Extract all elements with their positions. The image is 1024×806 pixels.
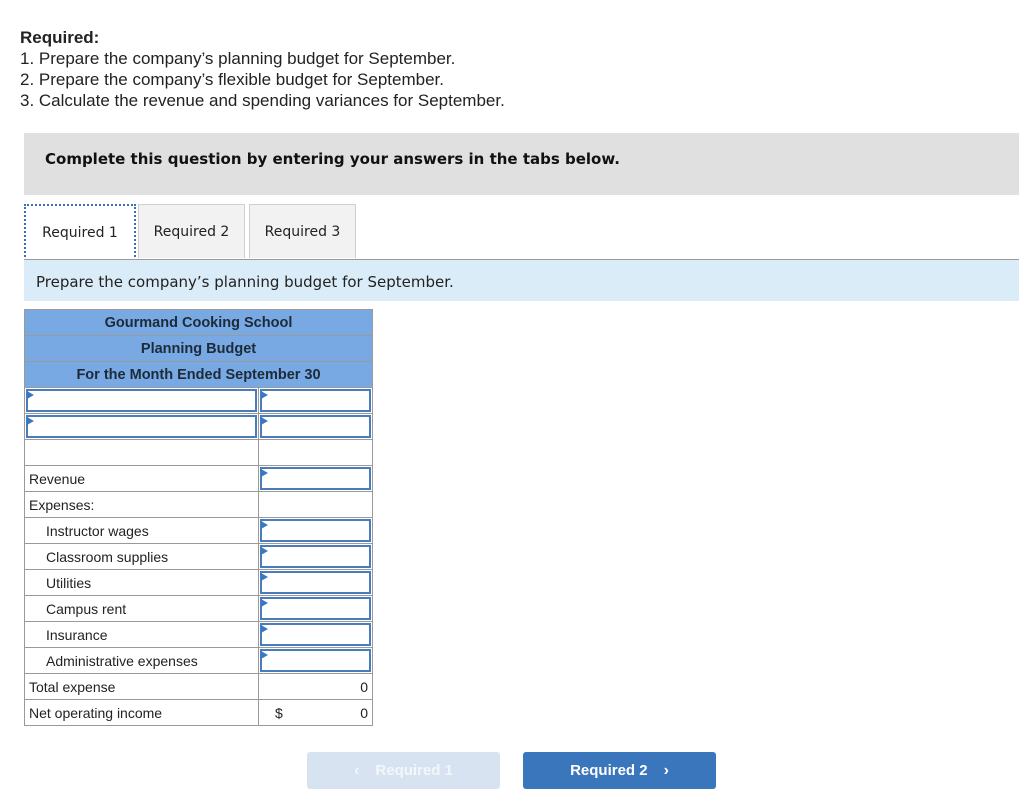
instructor-wages-cell: [257, 517, 374, 544]
row-label-utilities: Utilities: [24, 569, 259, 596]
campus-rent-cell: [257, 595, 374, 622]
row-label-administrative-expenses: Administrative expenses: [24, 647, 259, 674]
total-expense-value: 0: [257, 673, 374, 700]
classroom-supplies-cell: [257, 543, 374, 570]
prev-button-label: Required 1: [375, 762, 453, 779]
blank-cell: [24, 439, 259, 466]
requirements: Required: 1. Prepare the company’s plann…: [20, 27, 505, 111]
requirement-item: 2. Prepare the company’s flexible budget…: [20, 70, 444, 89]
row-label-instructor-wages: Instructor wages: [24, 517, 259, 544]
insurance-input[interactable]: [260, 623, 372, 646]
activity-value-cell: [257, 387, 374, 414]
administrative-expenses-input[interactable]: [260, 649, 372, 672]
chevron-right-icon: ›: [663, 761, 669, 779]
row-label-classroom-supplies: Classroom supplies: [24, 543, 259, 570]
activity-label-input-2[interactable]: [26, 415, 257, 438]
net-operating-income-value: 0: [360, 704, 369, 721]
period-header: For the Month Ended September 30: [23, 361, 374, 388]
prev-required-button[interactable]: ‹ Required 1: [307, 752, 500, 789]
blank-cell: [257, 491, 374, 518]
requirement-item: 1. Prepare the company’s planning budget…: [20, 49, 456, 68]
administrative-expenses-cell: [257, 647, 374, 674]
campus-rent-input[interactable]: [260, 597, 372, 620]
row-label-revenue: Revenue: [24, 465, 259, 492]
requirement-item: 3. Calculate the revenue and spending va…: [20, 91, 505, 110]
tab-required-2[interactable]: Required 2: [138, 204, 245, 258]
row-label-insurance: Insurance: [24, 621, 259, 648]
instruction-text: Prepare the company’s planning budget fo…: [36, 273, 454, 291]
revenue-cell: [257, 465, 374, 492]
banner-text: Complete this question by entering your …: [45, 150, 620, 168]
insurance-cell: [257, 621, 374, 648]
next-required-button[interactable]: Required 2 ›: [523, 752, 716, 789]
row-label-campus-rent: Campus rent: [24, 595, 259, 622]
activity-label-input-1[interactable]: [26, 389, 257, 412]
utilities-input[interactable]: [260, 571, 372, 594]
activity-value-input-2[interactable]: [260, 415, 372, 438]
revenue-input[interactable]: [260, 467, 372, 490]
chevron-left-icon: ‹: [354, 761, 360, 779]
tab-instruction: Prepare the company’s planning budget fo…: [24, 260, 1019, 301]
budget-title-header: Planning Budget: [23, 335, 374, 362]
instructor-wages-input[interactable]: [260, 519, 372, 542]
next-button-label: Required 2: [570, 762, 648, 779]
activity-label-cell: [24, 413, 259, 440]
utilities-cell: [257, 569, 374, 596]
tab-required-1[interactable]: Required 1: [24, 204, 136, 261]
requirements-title: Required:: [20, 28, 100, 47]
currency-symbol: $: [275, 705, 283, 721]
row-label-total-expense: Total expense: [24, 673, 259, 700]
tab-required-3[interactable]: Required 3: [249, 204, 356, 258]
activity-value-input-1[interactable]: [260, 389, 372, 412]
row-label-expenses: Expenses:: [24, 491, 259, 518]
instructions-banner: Complete this question by entering your …: [24, 133, 1019, 195]
activity-value-cell: [257, 413, 374, 440]
net-operating-income-cell: $ 0: [257, 699, 374, 726]
company-name-header: Gourmand Cooking School: [23, 309, 374, 336]
planning-budget-table: Gourmand Cooking School Planning Budget …: [23, 309, 374, 726]
classroom-supplies-input[interactable]: [260, 545, 372, 568]
row-label-net-operating-income: Net operating income: [24, 699, 259, 726]
activity-label-cell: [24, 387, 259, 414]
blank-cell: [257, 439, 374, 466]
